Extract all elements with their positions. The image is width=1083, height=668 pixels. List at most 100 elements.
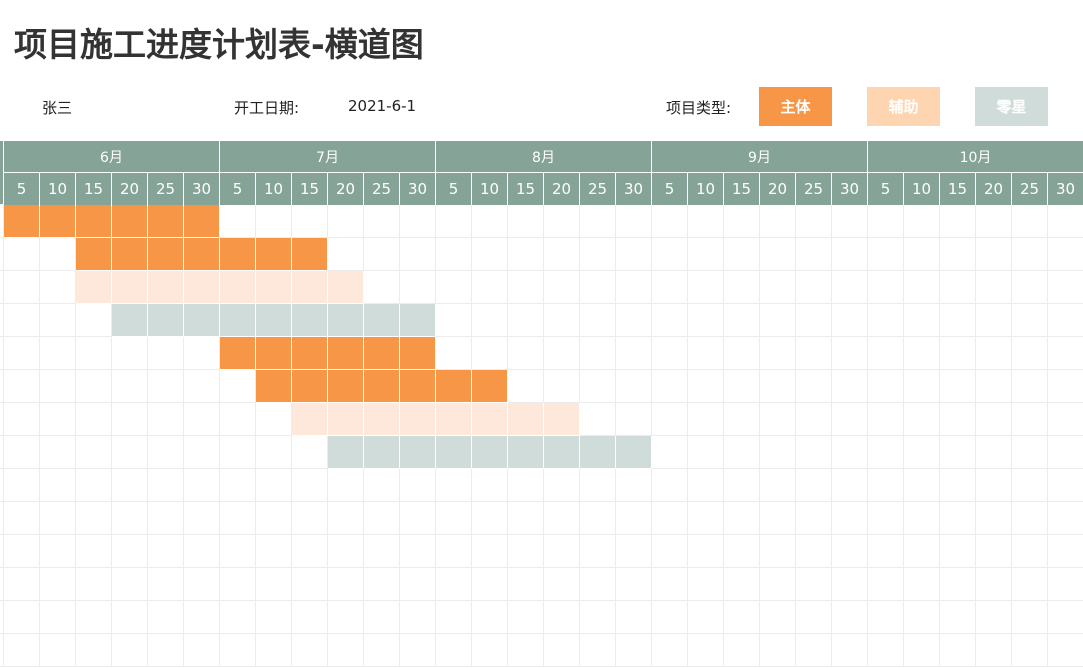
grid-cell: [184, 634, 220, 667]
grid-cell: [652, 634, 688, 667]
grid-cell: [904, 436, 940, 469]
grid-cell: [400, 634, 436, 667]
grid-cell: [832, 601, 868, 634]
task-bar-segment: [220, 238, 256, 271]
month-header: 6月: [4, 141, 220, 173]
grid-cell: [148, 469, 184, 502]
task-bar-segment: [400, 370, 436, 403]
grid-cell: [508, 469, 544, 502]
grid-cell: [400, 601, 436, 634]
grid-cell: [328, 568, 364, 601]
grid-cell: [328, 502, 364, 535]
grid-cell: [112, 436, 148, 469]
grid-cell: [1048, 370, 1083, 403]
grid-cell: [796, 304, 832, 337]
grid-cell: [868, 271, 904, 304]
grid-cell: [940, 238, 976, 271]
task-bar-segment: [364, 436, 400, 469]
grid-cell: [724, 304, 760, 337]
grid-cell: [472, 238, 508, 271]
grid-cell: [832, 469, 868, 502]
task-bar-segment: [292, 238, 328, 271]
task-bar-segment: [364, 337, 400, 370]
grid-cell: [940, 205, 976, 238]
grid-cell: [724, 403, 760, 436]
grid-cell: [1048, 205, 1083, 238]
grid-cell: [328, 238, 364, 271]
grid-cell: [76, 601, 112, 634]
grid-cell: [580, 304, 616, 337]
task-bar-segment: [472, 403, 508, 436]
grid-cell: [1012, 436, 1048, 469]
grid-cell: [472, 337, 508, 370]
grid-cell: [760, 304, 796, 337]
grid-cell: [472, 469, 508, 502]
grid-cell: [940, 337, 976, 370]
grid-cell: [760, 205, 796, 238]
grid-cell: [616, 601, 652, 634]
grid-cell: [508, 337, 544, 370]
grid-cell: [688, 436, 724, 469]
task-bar-segment: [580, 436, 616, 469]
grid-cell: [760, 337, 796, 370]
grid-cell: [580, 205, 616, 238]
grid-cell: [652, 568, 688, 601]
grid-cell: [868, 436, 904, 469]
grid-cell: [688, 370, 724, 403]
grid-cell: [436, 205, 472, 238]
grid-cell: [760, 634, 796, 667]
grid-cell: [1012, 337, 1048, 370]
grid-cell: [220, 469, 256, 502]
grid-cell: [976, 601, 1012, 634]
grid-cell: [544, 469, 580, 502]
day-header: 10: [472, 173, 508, 205]
row-edge: [0, 403, 4, 436]
grid-cell: [364, 271, 400, 304]
grid-cell: [472, 535, 508, 568]
grid-cell: [544, 502, 580, 535]
grid-cell: [1048, 271, 1083, 304]
grid-cell: [1012, 535, 1048, 568]
grid-cell: [472, 502, 508, 535]
grid-cell: [184, 535, 220, 568]
grid-cell: [400, 271, 436, 304]
grid-cell: [112, 568, 148, 601]
grid-cell: [688, 634, 724, 667]
grid-cell: [688, 205, 724, 238]
grid-cell: [292, 634, 328, 667]
grid-cell: [688, 304, 724, 337]
grid-cell: [976, 271, 1012, 304]
grid-cell: [760, 436, 796, 469]
legend-misc-badge: 零星: [975, 87, 1048, 126]
task-bar-segment: [400, 403, 436, 436]
grid-cell: [868, 205, 904, 238]
task-bar-segment: [256, 238, 292, 271]
day-header: 20: [544, 173, 580, 205]
grid-cell: [796, 634, 832, 667]
grid-cell: [328, 469, 364, 502]
grid-cell: [472, 634, 508, 667]
grid-cell: [724, 601, 760, 634]
grid-cell: [148, 634, 184, 667]
grid-cell: [940, 271, 976, 304]
grid-cell: [616, 568, 652, 601]
grid-cell: [76, 337, 112, 370]
person-name: 张三: [42, 99, 73, 117]
task-bar-segment: [184, 238, 220, 271]
grid-cell: [76, 469, 112, 502]
grid-cell: [184, 601, 220, 634]
grid-cell: [760, 403, 796, 436]
grid-cell: [4, 370, 40, 403]
grid-cell: [40, 370, 76, 403]
grid-cell: [976, 634, 1012, 667]
row-edge: [0, 502, 4, 535]
grid-cell: [904, 502, 940, 535]
task-bar-segment: [364, 304, 400, 337]
grid-cell: [544, 304, 580, 337]
day-header: 25: [1012, 173, 1048, 205]
grid-cell: [688, 469, 724, 502]
grid-cell: [1012, 634, 1048, 667]
grid-cell: [4, 601, 40, 634]
grid-cell: [832, 502, 868, 535]
grid-cell: [436, 601, 472, 634]
